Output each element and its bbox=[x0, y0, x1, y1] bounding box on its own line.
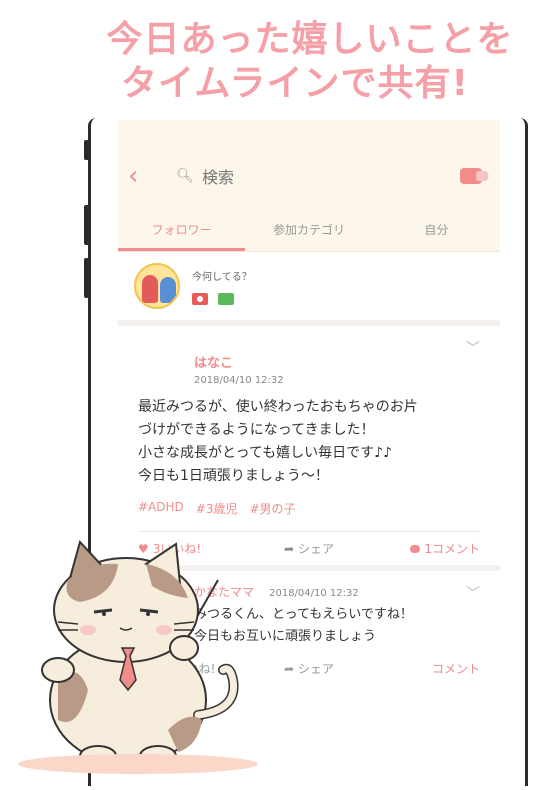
chevron-down-icon[interactable]: ﹀ bbox=[466, 583, 480, 603]
comment-reply-button[interactable]: コメント bbox=[366, 660, 480, 677]
search-icon: 🔍︎ bbox=[176, 168, 194, 184]
status-bar bbox=[118, 120, 500, 140]
comment-date: 2018/04/10 12:32 bbox=[269, 588, 359, 599]
image-icon[interactable] bbox=[218, 292, 234, 305]
tag-link[interactable]: #ADHD bbox=[138, 500, 184, 517]
comment-count: 1コメント bbox=[424, 542, 480, 556]
headline-line1: 今日あった嬉しいことを bbox=[106, 19, 514, 60]
tab-self[interactable]: 自分 bbox=[373, 212, 500, 251]
post-body: 最近みつるが、使い終わったおもちゃのお片 づけができるようになってきました！ 小… bbox=[138, 396, 480, 488]
post-body-line: 小さな成長がとっても嬉しい毎日です♪♪ bbox=[138, 445, 393, 461]
camera-icon[interactable] bbox=[192, 292, 208, 305]
tab-categories[interactable]: 参加カテゴリ bbox=[245, 212, 372, 251]
tab-followers[interactable]: フォロワー bbox=[118, 212, 246, 251]
timeline-tabs: フォロワー 参加カテゴリ 自分 bbox=[118, 212, 500, 252]
post-body-line: 最近みつるが、使い終わったおもちゃのお片 bbox=[138, 399, 418, 415]
back-chevron-icon[interactable]: ‹ bbox=[128, 161, 158, 191]
share-icon: ➦ bbox=[283, 541, 295, 556]
post-body-line: 今日も1日頑張りましょう〜！ bbox=[138, 468, 329, 484]
comment-button[interactable]: 1コメント bbox=[366, 540, 480, 557]
chevron-down-icon[interactable]: ﹀ bbox=[466, 338, 480, 358]
avatar bbox=[134, 263, 180, 309]
search-bar: ‹ 🔍︎ 検索 bbox=[118, 140, 500, 212]
phone-volume-up bbox=[84, 205, 89, 245]
comment-share-label: シェア bbox=[297, 662, 334, 676]
tag-link[interactable]: #男の子 bbox=[249, 500, 295, 517]
cat-illustration bbox=[41, 540, 239, 767]
share-label: シェア bbox=[298, 542, 335, 556]
phone-volume-down bbox=[84, 258, 89, 298]
tag-link[interactable]: #3歳児 bbox=[196, 500, 238, 517]
post-date: 2018/04/10 12:32 bbox=[194, 375, 284, 386]
chat-icon[interactable] bbox=[460, 168, 488, 184]
compose-box[interactable]: 今何してる？ bbox=[118, 252, 500, 326]
promo-headline: 今日あった嬉しいことを タイムラインで共有! bbox=[0, 18, 560, 106]
comment-icon bbox=[410, 544, 421, 553]
compose-prompt[interactable]: 今何してる？ bbox=[192, 268, 252, 283]
search-input[interactable]: 検索 bbox=[202, 164, 460, 188]
timeline-post: ﹀ はなこ 2018/04/10 12:32 最近みつるが、使い終わったおもちゃ… bbox=[118, 326, 500, 565]
post-tags: #ADHD #3歳児 #男の子 bbox=[138, 500, 480, 517]
post-body-line: づけができるようになってきました！ bbox=[138, 422, 375, 438]
phone-side-button bbox=[84, 140, 89, 160]
post-author[interactable]: はなこ bbox=[194, 352, 480, 371]
headline-line2: タイムラインで共有! bbox=[121, 63, 469, 104]
cat-mascot bbox=[18, 540, 278, 786]
